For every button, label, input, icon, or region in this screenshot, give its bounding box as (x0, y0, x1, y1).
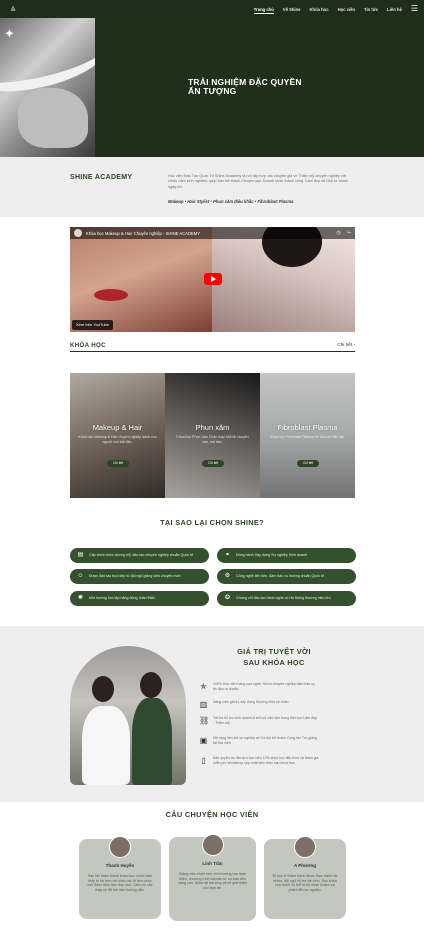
why-item: ▤ Cấp chính thức chứng chỉ, đào tạo chuy… (70, 548, 209, 563)
course-card-desc: Khóa học Phun xăm Chân mày Môi Mí chuyên… (176, 435, 249, 444)
student-avatar (109, 836, 131, 858)
sparkle-icon: ✦ (4, 26, 15, 41)
course-card-makeup[interactable]: Makeup & Hair Khóa học Makeup & Hair chu… (70, 373, 165, 498)
video-title-bar: Khóa học Makeup & Hair Chuyên nghiệp - S… (70, 227, 355, 239)
student-quote: Sau khi hoàn thành khóa học, mình cảm th… (87, 874, 153, 893)
share-icon[interactable]: ↪ (347, 230, 351, 236)
academy-description: Học viện Đào Tạo Quốc Tế Shine Academy l… (168, 174, 349, 189)
bulb-icon: ✺ (77, 595, 84, 601)
value-item: ▣ Mở rộng liên kết sự nghiệp và Cơ hội t… (199, 736, 319, 745)
youtube-video-embed[interactable]: Khóa học Makeup & Hair Chuyên nghiệp - S… (70, 227, 355, 332)
why-item-text: Môi trường học tập năng động, thân thiện (89, 596, 156, 601)
story-card: Linh Trần Giảng viên nhiệt tình, môi trư… (169, 834, 256, 921)
chevron-right-icon: › (353, 343, 355, 348)
why-item-text: Cấp chính thức chứng chỉ, đào tạo chuyên… (89, 553, 194, 558)
link-icon: ⛓ (199, 716, 210, 725)
watch-later-icon[interactable]: ◷ (336, 230, 340, 236)
course-card-desc: Khóa học Fibroblast Plasma trẻ hóa da hi… (270, 435, 345, 439)
student-quote: Giảng viên nhiệt tình, môi trường học th… (178, 872, 247, 891)
nav-links: Trang chủ Về Shine Khóa học Học viên Tin… (253, 5, 418, 14)
student-avatar (201, 834, 224, 856)
value-item: ✯ 100% Học viên nâng cao nghề, hỗ trợ ch… (199, 682, 319, 691)
course-card-title: Makeup & Hair (92, 423, 143, 432)
why-item: ⚭ Đồng hành Xây dựng Sự nghiệp Kinh doan… (217, 548, 356, 563)
watch-on-youtube-badge[interactable]: Xem trên YouTube (72, 320, 113, 330)
why-item-text: Công nghệ tiên tiến, đảm bảo xu hướng ch… (236, 574, 325, 579)
value-title: GIÁ TRỊ TUYỆT VỜI SAU KHÓA HỌC (224, 647, 324, 668)
value-title-line2: SAU KHÓA HỌC (243, 657, 305, 667)
student-name: A Phương (293, 863, 317, 868)
certificate-icon: ▤ (77, 552, 84, 558)
student-quote: Đi học ở Shine mình được thực hành rất n… (272, 874, 338, 893)
value-item: ▯ Đặc quyền ưu đãi cựu học viên 10% khóa… (199, 756, 319, 765)
value-item-text: Nâng cấm giá trị, xây dựng thương hiệu c… (213, 700, 290, 704)
teacher-icon: ☺ (77, 573, 84, 579)
course-card-button[interactable]: Chi tiết (297, 460, 319, 467)
academy-tags: Makeup • Hair Stylist • Phun xăm điêu kh… (168, 199, 294, 204)
value-item: ⛓ Tài trợ hỗ trợ kinh doanh & kết nối vi… (199, 716, 319, 725)
briefcase-icon: ▣ (199, 736, 208, 745)
value-item-text: Đặc quyền ưu đãi cựu học viên 10% khóa h… (213, 756, 319, 765)
value-item: ▥ Nâng cấm giá trị, xây dựng thương hiệu… (199, 700, 319, 709)
hero-title: TRẢI NGHIỆM ĐẶC QUYỀN ẤN TƯỢNG (188, 78, 388, 96)
course-card-tattoo[interactable]: Phun xăm Khóa học Phun xăm Chân mày Môi … (165, 373, 260, 498)
nav-item-about[interactable]: Về Shine (283, 7, 301, 12)
why-choose-title: TẠI SAO LẠI CHỌN SHINE? (160, 518, 264, 527)
courses-title: KHÓA HỌC (70, 342, 106, 349)
medal-icon: ✪ (224, 595, 231, 601)
channel-avatar[interactable] (74, 229, 82, 237)
book-icon: ▯ (201, 756, 206, 765)
nav-item-home[interactable]: Trang chủ (253, 7, 274, 14)
nav-item-news[interactable]: Tin tức (364, 7, 378, 12)
student-name: Thanh Huyền (105, 863, 135, 868)
story-card: Thanh Huyền Sau khi hoàn thành khóa học,… (79, 836, 161, 919)
value-item-text: Tài trợ hỗ trợ kinh doanh & kết nối việc… (213, 716, 318, 725)
student-avatar (294, 836, 316, 858)
course-card-desc: Khóa học Makeup & Hair chuyên nghiệp dàn… (78, 435, 157, 444)
student-name: Linh Trần (202, 861, 223, 866)
course-card-title: Fibroblast Plasma (277, 423, 338, 432)
story-card: A Phương Đi học ở Shine mình được thực h… (264, 836, 346, 919)
video-thumbnail-left (70, 227, 212, 332)
value-item-text: 100% Học viên nâng cao nghề, hỗ trợ chuy… (213, 682, 315, 691)
value-item-text: Mở rộng liên kết sự nghiệp và Cơ hội trở… (213, 736, 317, 745)
value-section (0, 626, 424, 802)
course-card-button[interactable]: Chi tiết (107, 460, 129, 467)
courses-more-label: Chi tiết (337, 343, 353, 348)
video-title[interactable]: Khóa học Makeup & Hair Chuyên nghiệp - S… (86, 231, 200, 236)
why-item-text: Chứng chỉ đào tạo hành nghề có Hệ thống … (236, 596, 331, 601)
value-title-line1: GIÁ TRỊ TUYỆT VỜI (237, 647, 311, 656)
courses-more-link[interactable]: Chi tiết › (337, 343, 355, 348)
student-stories-title: CÂU CHUYỆN HỌC VIÊN (165, 810, 259, 819)
why-item: ⚙ Công nghệ tiên tiến, đảm bảo xu hướng … (217, 569, 356, 584)
handshake-icon: ⚭ (224, 552, 231, 558)
chart-icon: ▥ (199, 700, 208, 709)
tools-icon: ⚙ (224, 573, 231, 579)
academy-title: SHINE ACADEMY (70, 174, 133, 181)
brand-logo[interactable]: ⩓ (6, 2, 20, 16)
why-item-text: Được đào tạo trực tiếp từ đội ngũ giảng … (89, 574, 181, 579)
star-icon: ✯ (200, 682, 207, 691)
course-card-plasma[interactable]: Fibroblast Plasma Khóa học Fibroblast Pl… (260, 373, 355, 498)
nav-item-courses[interactable]: Khóa học (309, 7, 328, 12)
hamburger-icon[interactable]: ☰ (411, 5, 418, 13)
why-item: ✺ Môi trường học tập năng động, thân thi… (70, 591, 209, 606)
course-cards: Makeup & Hair Khóa học Makeup & Hair chu… (70, 373, 355, 498)
why-item: ☺ Được đào tạo trực tiếp từ đội ngũ giản… (70, 569, 209, 584)
nav-item-contact[interactable]: Liên hệ (387, 7, 402, 12)
graduates-photo (70, 646, 186, 785)
top-navbar: ⩓ Trang chủ Về Shine Khóa học Học viên T… (0, 0, 424, 18)
course-card-title: Phun xăm (195, 423, 230, 432)
courses-header: KHÓA HỌC Chi tiết › (70, 340, 355, 352)
video-thumbnail-right (212, 227, 355, 332)
play-button-icon[interactable] (204, 273, 222, 285)
course-card-button[interactable]: Chi tiết (202, 460, 224, 467)
why-item-text: Đồng hành Xây dựng Sự nghiệp Kinh doanh (236, 553, 307, 558)
nav-item-students[interactable]: Học viên (338, 7, 355, 12)
hero-title-line2: ẤN TƯỢNG (188, 86, 237, 96)
why-item: ✪ Chứng chỉ đào tạo hành nghề có Hệ thốn… (217, 591, 356, 606)
